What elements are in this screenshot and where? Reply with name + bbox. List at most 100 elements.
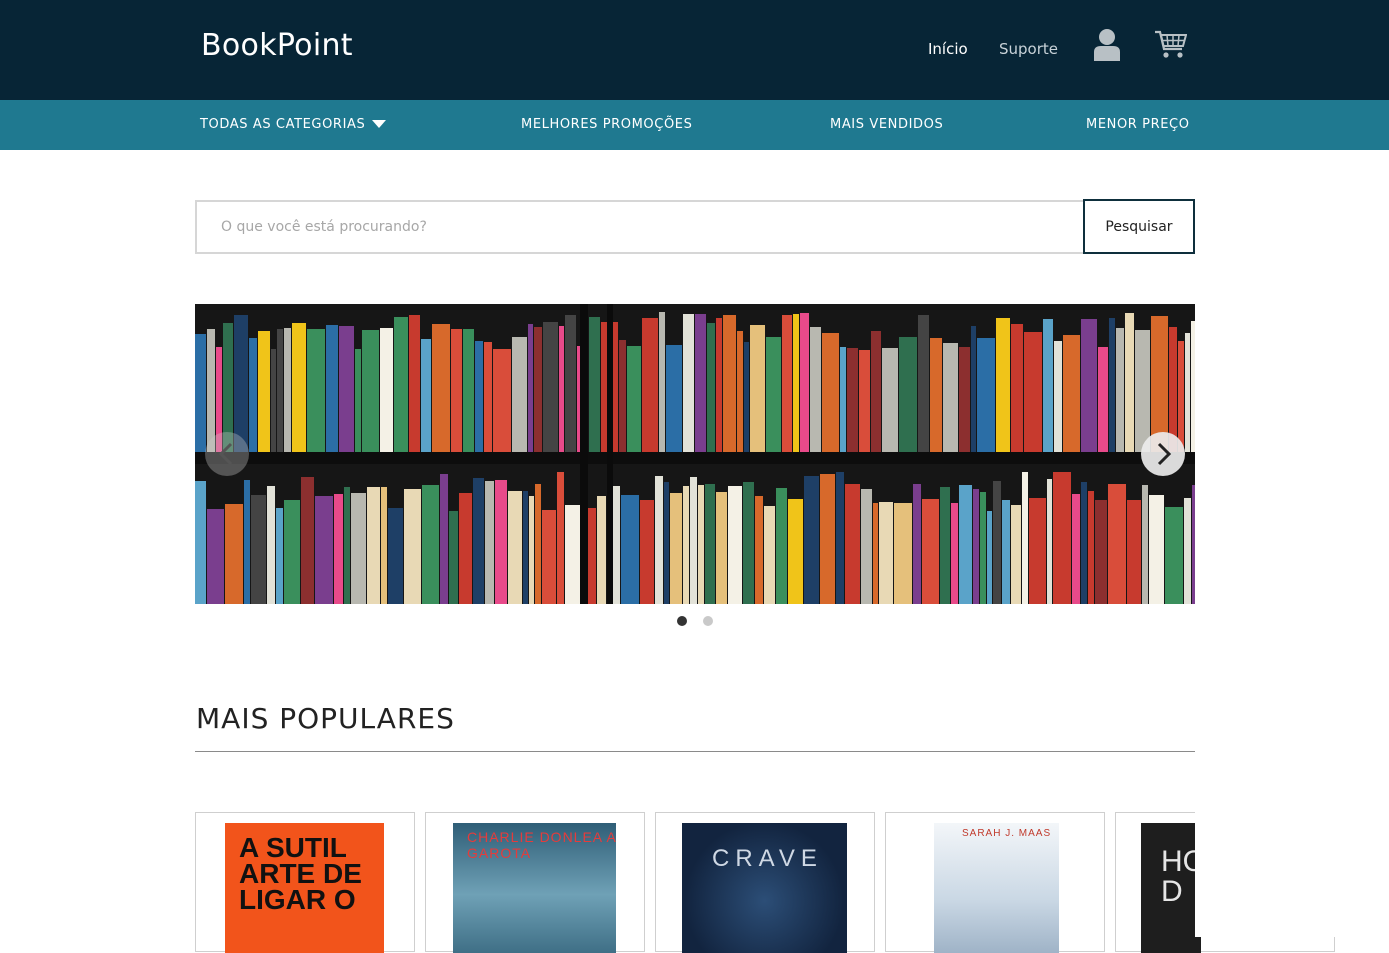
banner-book-spine [1063, 335, 1080, 452]
all-categories-dropdown[interactable]: TODAS AS CATEGORIAS [200, 117, 365, 132]
banner-book-spine [664, 482, 669, 604]
book-cover-title: A SUTIL ARTE DE LIGAR O [239, 832, 362, 915]
book-cover[interactable]: SARAH J. MAAS [934, 823, 1059, 953]
banner-book-spine [301, 477, 314, 604]
cart-icon[interactable] [1154, 30, 1187, 59]
book-cover-title: SARAH J. MAAS [962, 828, 1052, 839]
banner-book-spine [459, 493, 472, 604]
banner-book-spine [580, 304, 588, 604]
best-promotions-link[interactable]: MELHORES PROMOÇÕES [521, 117, 692, 132]
search-button[interactable]: Pesquisar [1083, 199, 1195, 254]
book-cover-title: CHARLIE DONLEA A GAROTA [467, 829, 616, 861]
top-header: BookPoint Início Suporte [0, 0, 1389, 100]
banner-book-spine [716, 492, 727, 604]
banner-book-spine [943, 343, 958, 452]
banner-book-spine [861, 489, 872, 604]
banner-book-spine [882, 348, 898, 452]
banner-book-spine [847, 348, 858, 452]
banner-book-spine [404, 489, 421, 604]
banner-carousel [195, 304, 1195, 604]
book-card[interactable]: SARAH J. MAAS [885, 812, 1105, 953]
banner-book-spine [334, 494, 343, 604]
banner-book-spine [1029, 498, 1046, 604]
banner-book-spine [473, 478, 484, 604]
banner-book-spine [351, 493, 366, 604]
chevron-left-icon [218, 442, 233, 466]
lowest-price-link[interactable]: MENOR PREÇO [1086, 117, 1190, 132]
banner-book-spine [195, 452, 1195, 464]
banner-book-spine [1047, 479, 1052, 604]
banner-book-spine [918, 315, 929, 452]
banner-book-spine [750, 325, 765, 452]
banner-book-spine [1011, 505, 1021, 604]
banner-book-spine [534, 327, 542, 452]
banner-book-spine [1011, 324, 1023, 452]
banner-book-spine [810, 327, 821, 452]
banner-book-spine [355, 349, 361, 452]
banner-book-spine [951, 503, 958, 604]
book-card[interactable]: CRAVE [655, 812, 875, 953]
banner-book-spine [1024, 332, 1042, 452]
banner-book-spine [440, 474, 448, 604]
book-card[interactable]: CHARLIE DONLEA A GAROTA [425, 812, 645, 953]
banner-book-spine [432, 324, 450, 452]
banner-book-spine [388, 508, 403, 604]
banner-book-spine [1002, 500, 1010, 604]
banner-book-spine [737, 331, 743, 452]
caret-down-icon[interactable] [372, 120, 386, 128]
banner-book-spine [723, 315, 736, 452]
nav-support-link[interactable]: Suporte [999, 40, 1058, 58]
banner-book-spine [249, 338, 257, 452]
book-cover[interactable]: CRAVE [682, 823, 847, 953]
banner-book-spine [707, 323, 715, 452]
banner-book-spine [307, 329, 325, 452]
carousel-dot-2[interactable] [703, 616, 713, 626]
banner-book-spine [1022, 472, 1028, 604]
category-bar: TODAS AS CATEGORIAS MELHORES PROMOÇÕES M… [0, 100, 1389, 150]
banner-book-spine [705, 484, 715, 604]
banner-book-spine [793, 314, 799, 452]
banner-book-spine [292, 323, 306, 452]
bookshelf-banner-image [195, 304, 1195, 604]
book-card[interactable]: A SUTIL ARTE DE LIGAR O [195, 812, 415, 953]
brand-logo[interactable]: BookPoint [201, 28, 353, 63]
banner-book-spine [996, 318, 1010, 452]
book-cover[interactable]: CHARLIE DONLEA A GAROTA [453, 823, 616, 953]
best-sellers-link[interactable]: MAIS VENDIDOS [830, 117, 943, 132]
banner-book-spine [922, 499, 939, 604]
banner-book-spine [559, 326, 564, 452]
banner-book-spine [542, 510, 556, 604]
banner-book-spine [640, 500, 654, 604]
search-input[interactable] [195, 200, 1084, 254]
banner-book-spine [899, 337, 917, 452]
banner-book-spine [766, 337, 781, 452]
banner-book-spine [195, 481, 206, 604]
banner-book-spine [873, 503, 878, 604]
carousel-prev-button[interactable] [205, 432, 249, 476]
banner-book-spine [993, 481, 1001, 604]
banner-book-spine [597, 496, 606, 604]
banner-book-spine [277, 329, 283, 452]
banner-book-spine [980, 492, 986, 604]
banner-book-spine [529, 496, 534, 604]
book-cover[interactable]: A SUTIL ARTE DE LIGAR O [225, 823, 384, 953]
banner-book-spine [1185, 333, 1190, 452]
book-cover[interactable]: HO D [1141, 823, 1201, 953]
banner-book-spine [698, 485, 704, 604]
banner-book-spine [589, 317, 600, 452]
nav-home-link[interactable]: Início [928, 40, 968, 58]
book-cover-title: CRAVE [712, 845, 823, 872]
banner-book-spine [251, 495, 266, 604]
banner-book-spine [1081, 319, 1097, 452]
section-title: MAIS POPULARES [196, 702, 455, 735]
carousel-dot-1[interactable] [677, 616, 687, 626]
banner-book-spine [971, 326, 976, 452]
banner-book-spine [512, 337, 527, 452]
banner-book-spine [782, 315, 792, 452]
chevron-right-icon [1157, 442, 1172, 466]
banner-book-spine [894, 503, 912, 604]
banner-book-spine [1184, 498, 1191, 604]
banner-book-spine [1095, 500, 1107, 604]
user-icon[interactable] [1093, 28, 1121, 61]
carousel-next-button[interactable] [1141, 432, 1185, 476]
